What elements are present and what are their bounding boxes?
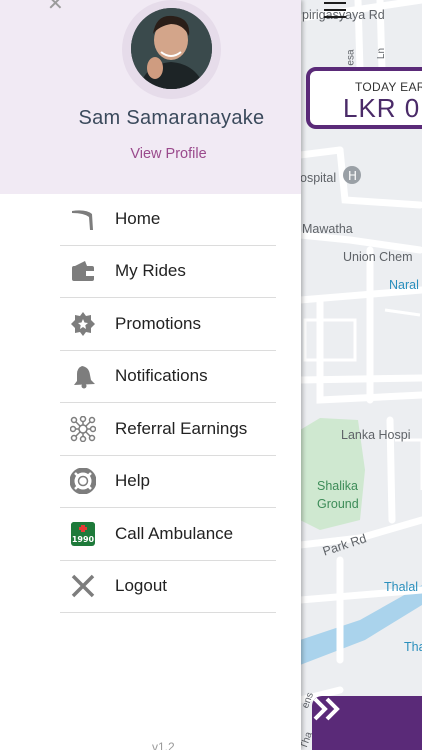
view-profile-link[interactable]: View Profile	[0, 146, 337, 162]
map-label: Mawatha	[302, 222, 353, 236]
drawer-menu: Home My Rides Promotions Notifications R…	[60, 193, 276, 613]
help-lifebuoy-icon	[70, 468, 96, 495]
menu-label: My Rides	[115, 261, 186, 281]
menu-item-promotions[interactable]: Promotions	[60, 298, 276, 351]
close-icon[interactable]: ✕	[47, 0, 64, 14]
svg-text:H: H	[348, 169, 357, 183]
menu-item-referral-earnings[interactable]: Referral Earnings	[60, 403, 276, 456]
menu-label: Logout	[115, 576, 167, 596]
navigation-drawer: ✕ Sam Samaranayake View Profile Home My …	[0, 0, 301, 750]
map-label: Tha	[404, 640, 422, 654]
user-name: Sam Samaranayake	[78, 107, 265, 129]
wallet-icon	[70, 258, 96, 284]
profile-photo	[131, 8, 212, 89]
go-online-button[interactable]	[312, 696, 422, 750]
logout-x-icon	[70, 573, 96, 599]
menu-label: Home	[115, 208, 161, 228]
map-label: Ground	[317, 497, 359, 511]
menu-hamburger-icon[interactable]	[324, 2, 346, 18]
map-label: Shalika	[317, 479, 358, 493]
menu-label: Notifications	[115, 366, 208, 386]
menu-label: Promotions	[115, 313, 201, 333]
home-icon	[70, 206, 96, 232]
map-label: Thalal	[384, 580, 419, 594]
menu-label: Referral Earnings	[115, 418, 248, 438]
ambulance-1990-icon: 1990	[70, 521, 96, 547]
avatar[interactable]	[131, 8, 212, 89]
menu-label: Help	[115, 471, 150, 491]
promotion-badge-icon	[70, 311, 96, 337]
drawer-header: ✕ Sam Samaranayake View Profile	[0, 0, 301, 194]
menu-item-home[interactable]: Home	[60, 193, 276, 246]
menu-item-help[interactable]: Help	[60, 456, 276, 508]
double-chevron-right-icon	[313, 697, 340, 721]
menu-item-notifications[interactable]: Notifications	[60, 351, 276, 403]
map-label: esa	[345, 49, 357, 66]
earnings-value: LKR 0	[343, 93, 421, 123]
menu-item-call-ambulance[interactable]: 1990 Call Ambulance	[60, 508, 276, 561]
app-version: v1.2	[152, 740, 175, 750]
menu-label: Call Ambulance	[115, 523, 234, 543]
map-label: Lanka Hospi	[341, 428, 411, 442]
menu-item-logout[interactable]: Logout	[60, 561, 276, 613]
menu-item-my-rides[interactable]: My Rides	[60, 246, 276, 298]
referral-network-icon	[70, 415, 96, 442]
map-label: Union Chem	[343, 250, 413, 264]
avatar-frame	[122, 0, 221, 99]
map-label: Naral	[389, 278, 419, 292]
ambulance-badge-number: 1990	[72, 535, 95, 544]
bell-icon	[70, 363, 96, 389]
map-label: Ln	[376, 47, 388, 60]
earnings-title: TODAY EAR	[355, 80, 422, 94]
map-label: ospital	[300, 171, 337, 185]
